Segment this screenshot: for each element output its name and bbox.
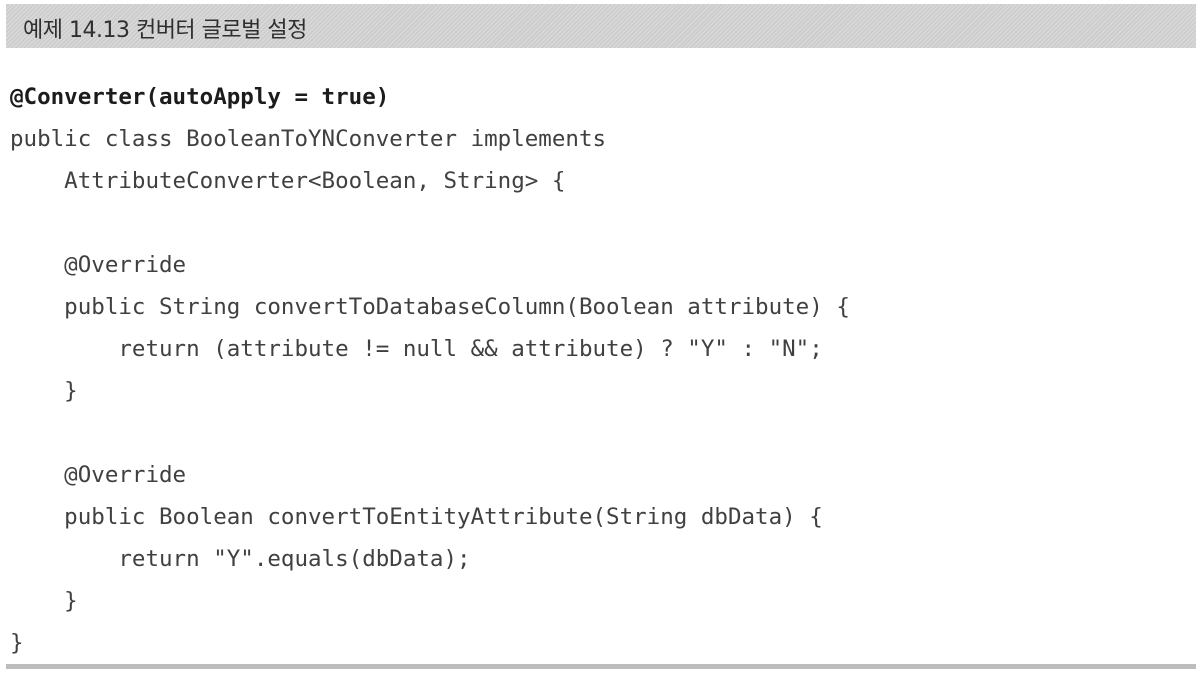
code-listing: @Converter(autoApply = true) public clas…: [10, 76, 1190, 664]
bottom-divider: [6, 664, 1196, 669]
code-line: public class BooleanToYNConverter implem…: [10, 126, 607, 152]
code-line: public String convertToDatabaseColumn(Bo…: [10, 294, 850, 320]
code-line: AttributeConverter<Boolean, String> {: [10, 168, 566, 194]
code-line: }: [10, 378, 78, 404]
code-line: return "Y".equals(dbData);: [10, 546, 471, 572]
code-line: @Converter(autoApply = true): [10, 84, 390, 110]
code-line: @Override: [10, 462, 187, 488]
example-caption-title: 예제 14.13 컨버터 글로벌 설정: [23, 18, 307, 43]
code-line: public Boolean convertToEntityAttribute(…: [10, 504, 823, 530]
code-line: }: [10, 588, 78, 614]
example-caption-bar: 예제 14.13 컨버터 글로벌 설정: [6, 4, 1196, 48]
code-line: return (attribute != null && attribute) …: [10, 336, 823, 362]
code-line: }: [10, 630, 24, 656]
code-line: @Override: [10, 252, 187, 278]
